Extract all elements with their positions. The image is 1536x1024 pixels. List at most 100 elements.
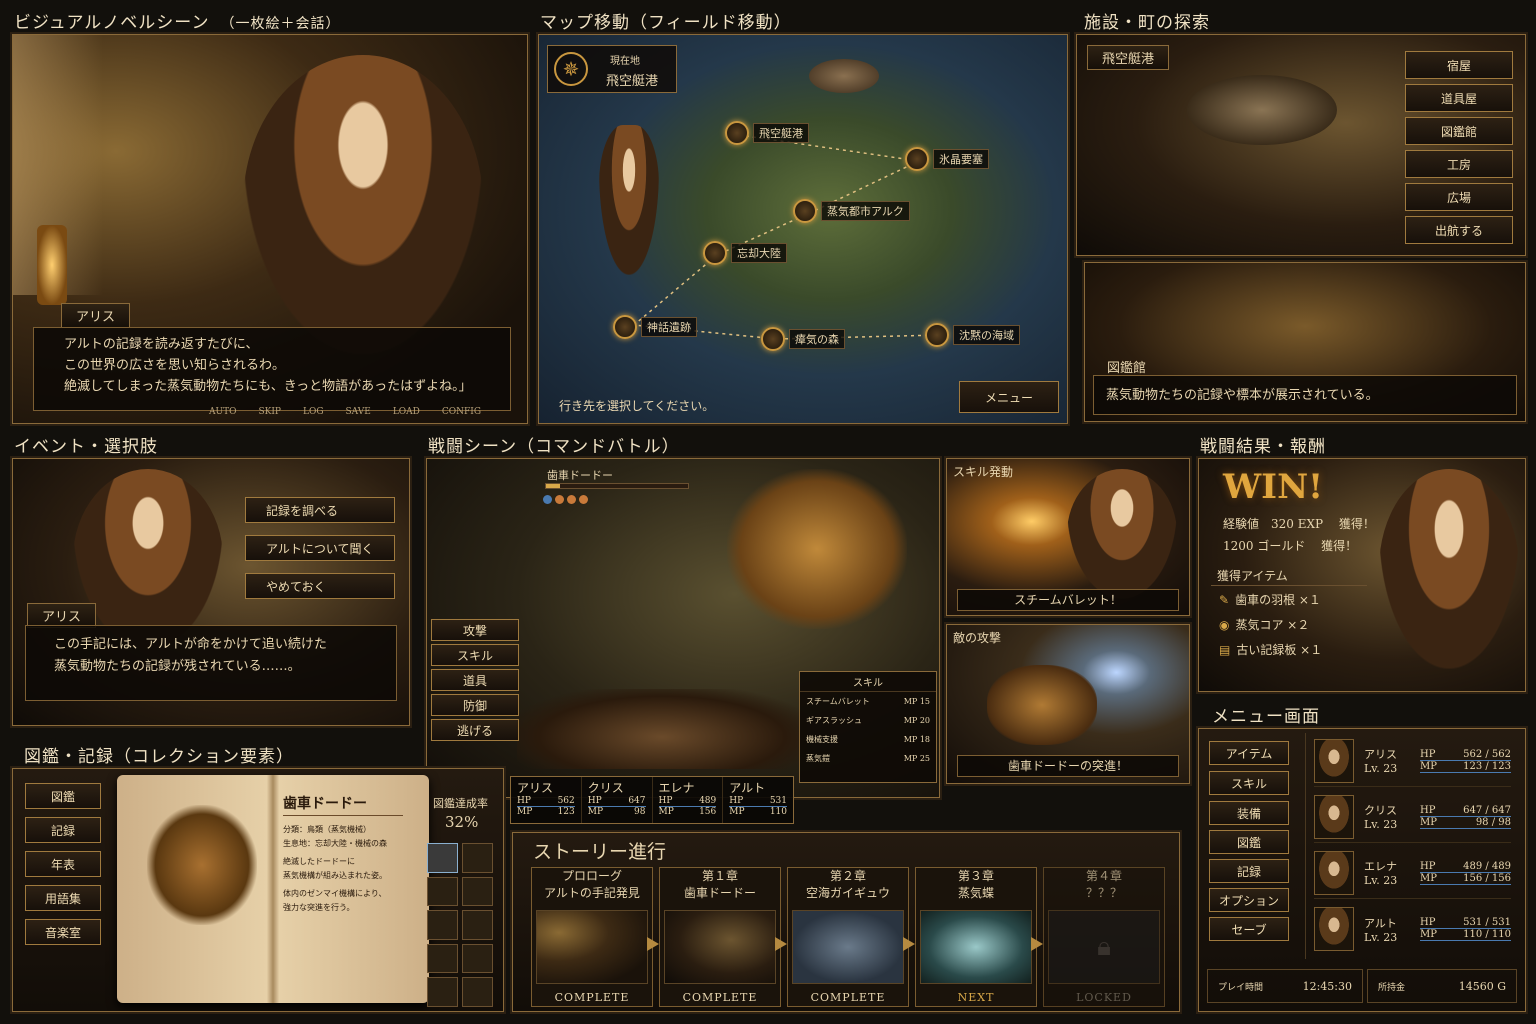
collection-slot[interactable] — [427, 876, 458, 907]
map-node-label: 蒸気都市アルク — [821, 201, 910, 221]
money-value: 14560 G — [1458, 979, 1506, 993]
attack-command[interactable]: 攻撃 — [431, 619, 519, 641]
mp-value: 110 — [769, 807, 787, 817]
skill-row[interactable]: 機械支援 MP 18 — [800, 730, 936, 749]
tab-music-room[interactable]: 音楽室 — [25, 919, 101, 945]
chapter-card[interactable]: 第３章 蒸気蝶 NEXT — [915, 867, 1037, 1007]
menu-item-skills[interactable]: スキル — [1209, 771, 1289, 795]
party-list: アリス Lv. 23 HP 562 / 562 MP 123 / 123 クリス Lv. 2… — [1305, 733, 1519, 959]
skip-button[interactable]: SKIP — [258, 407, 281, 417]
skill-row[interactable]: ギアスラッシュ MP 20 — [800, 711, 936, 730]
menu-item-save[interactable]: セーブ — [1209, 917, 1289, 941]
choice-leave-it[interactable]: やめておく — [245, 573, 395, 599]
collection-slot[interactable] — [462, 943, 493, 974]
reward-item: ✎ 歯車の羽根 ×１ — [1219, 591, 1321, 608]
museum-button[interactable]: 図鑑館 — [1405, 117, 1513, 145]
menu-item-equipment[interactable]: 装備 — [1209, 801, 1289, 825]
party-member-row[interactable]: エレナ Lv. 23 HP 489 / 489 MP 156 / 156 — [1314, 847, 1511, 899]
mp-value: 110 / 110 — [1463, 929, 1511, 940]
skill-mp: MP 15 — [903, 697, 930, 706]
enemy-name: 歯車ドードー — [547, 469, 613, 482]
playtime-value: 12:45:30 — [1302, 979, 1352, 993]
entry-divider — [283, 815, 403, 816]
menu-section-title: メニュー画面 — [1212, 707, 1320, 727]
map-node-myth-ruins[interactable]: 神話遺跡 — [613, 315, 697, 339]
item-shop-button[interactable]: 道具屋 — [1405, 84, 1513, 112]
arrow-right-icon — [775, 937, 787, 951]
chapter-subtitle: 空海ガイギュウ — [805, 886, 890, 900]
map-menu-button[interactable]: メニュー — [959, 381, 1059, 413]
member-name: アルト — [1364, 916, 1397, 930]
chapter-title: プロローグ — [561, 869, 622, 883]
chapter-card[interactable]: 第４章 ？？？ 🔒︎ LOCKED — [1043, 867, 1165, 1007]
item-command[interactable]: 道具 — [431, 669, 519, 691]
collection-slot[interactable] — [462, 977, 493, 1007]
collection-slot[interactable] — [427, 910, 458, 940]
vn-panel: アリス アルトの記録を読み返すたびに、 この世界の広さを思い知らされるわ。 絶滅… — [12, 34, 528, 424]
mp-value: 156 / 156 — [1463, 872, 1511, 884]
party-member-row[interactable]: クリス Lv. 23 HP 647 / 647 MP 98 / 98 — [1314, 791, 1511, 843]
mp-label: MP — [1420, 872, 1437, 884]
collection-slot[interactable] — [427, 843, 458, 873]
vn-dialogue-box[interactable]: アルトの記録を読み返すたびに、 この世界の広さを思い知らされるわ。 絶滅してしま… — [33, 327, 511, 411]
map-node-silent-sea[interactable]: 沈黙の海域 — [925, 323, 1020, 347]
chapter-thumbnail — [664, 910, 776, 984]
menu-item-records[interactable]: 記録 — [1209, 859, 1289, 883]
collection-slot[interactable] — [462, 910, 493, 940]
choice-ask-about-alto[interactable]: アルトについて聞く — [245, 535, 395, 561]
skill-command[interactable]: スキル — [431, 644, 519, 666]
arrow-right-icon — [647, 937, 659, 951]
chapter-status: LOCKED — [1076, 991, 1132, 1004]
tab-timeline[interactable]: 年表 — [25, 851, 101, 877]
tab-glossary[interactable]: 用語集 — [25, 885, 101, 911]
tab-zukan[interactable]: 図鑑 — [25, 783, 101, 809]
escape-command[interactable]: 逃げる — [431, 719, 519, 741]
auto-button[interactable]: AUTO — [209, 407, 236, 417]
vn-line: この世界の広さを思い知らされるわ。 — [64, 358, 286, 373]
inn-button[interactable]: 宿屋 — [1405, 51, 1513, 79]
skill-cutin-panel: スキル発動 スチームバレット！ — [946, 458, 1190, 616]
map-node-forgotten-continent[interactable]: 忘却大陸 — [703, 241, 787, 265]
vn-speaker-name: アリス — [61, 303, 131, 328]
collection-slot[interactable] — [462, 876, 493, 907]
config-button[interactable]: CONFIG — [442, 407, 481, 417]
party-member-row[interactable]: アリス Lv. 23 HP 562 / 562 MP 123 / 123 — [1314, 735, 1511, 787]
event-panel: 記録を調べる アルトについて聞く やめておく アリス この手記には、アルトが命を… — [12, 458, 410, 726]
map-node-airport[interactable]: 飛空艇港 — [725, 121, 809, 145]
save-button[interactable]: SAVE — [346, 407, 371, 417]
map-node-miasma-forest[interactable]: 瘴気の森 — [761, 327, 845, 351]
chapter-card[interactable]: プロローグ アルトの手記発見 COMPLETE — [531, 867, 653, 1007]
event-dialogue-box[interactable]: この手記には、アルトが命をかけて追い続けた 蒸気動物たちの記録が残されている……… — [25, 625, 397, 701]
mp-value: 98 / 98 — [1475, 816, 1511, 828]
collection-slot[interactable] — [427, 943, 458, 974]
skill-row[interactable]: 蒸気鎧 MP 25 — [800, 749, 936, 768]
map-node-ice-fortress[interactable]: 氷晶要塞 — [905, 147, 989, 171]
menu-item-options[interactable]: オプション — [1209, 888, 1289, 912]
collection-slot[interactable] — [462, 843, 493, 873]
chapter-card[interactable]: 第１章 歯車ドードー COMPLETE — [659, 867, 781, 1007]
plaza-button[interactable]: 広場 — [1405, 183, 1513, 211]
skill-list-header: スキル — [800, 672, 936, 692]
log-button[interactable]: LOG — [303, 407, 324, 417]
defend-command[interactable]: 防御 — [431, 694, 519, 716]
map-node-steam-city[interactable]: 蒸気都市アルク — [793, 199, 910, 223]
vn-section-title: ビジュアルノベルシーン （一枚絵＋会話） — [14, 8, 340, 33]
entry-line: 強力な突進を行う。 — [283, 903, 355, 912]
hp-value: 531 / 531 — [1463, 917, 1511, 928]
zukan-panel: 図鑑 記録 年表 用語集 音楽室 歯車ドードー 分類：鳥類（蒸気機械） 生息地：… — [12, 768, 504, 1012]
tab-records[interactable]: 記録 — [25, 817, 101, 843]
collection-slot[interactable] — [427, 977, 458, 1007]
menu-item-items[interactable]: アイテム — [1209, 741, 1289, 765]
load-button[interactable]: LOAD — [393, 407, 420, 417]
skill-mp: MP 25 — [903, 754, 930, 763]
chapter-card[interactable]: 第２章 空海ガイギュウ COMPLETE — [787, 867, 909, 1007]
menu-item-zukan[interactable]: 図鑑 — [1209, 830, 1289, 854]
workshop-button[interactable]: 工房 — [1405, 150, 1513, 178]
skill-row[interactable]: スチームバレット MP 15 — [800, 692, 936, 711]
party-member-row[interactable]: アルト Lv. 23 HP 531 / 531 MP 110 / 110 — [1314, 903, 1511, 955]
depart-button[interactable]: 出航する — [1405, 216, 1513, 244]
choice-examine-record[interactable]: 記録を調べる — [245, 497, 395, 523]
core-icon: ◉ — [1219, 617, 1230, 632]
party-member-name: クリス — [587, 781, 624, 795]
reward-item: ◉ 蒸気コア ×２ — [1219, 616, 1309, 633]
